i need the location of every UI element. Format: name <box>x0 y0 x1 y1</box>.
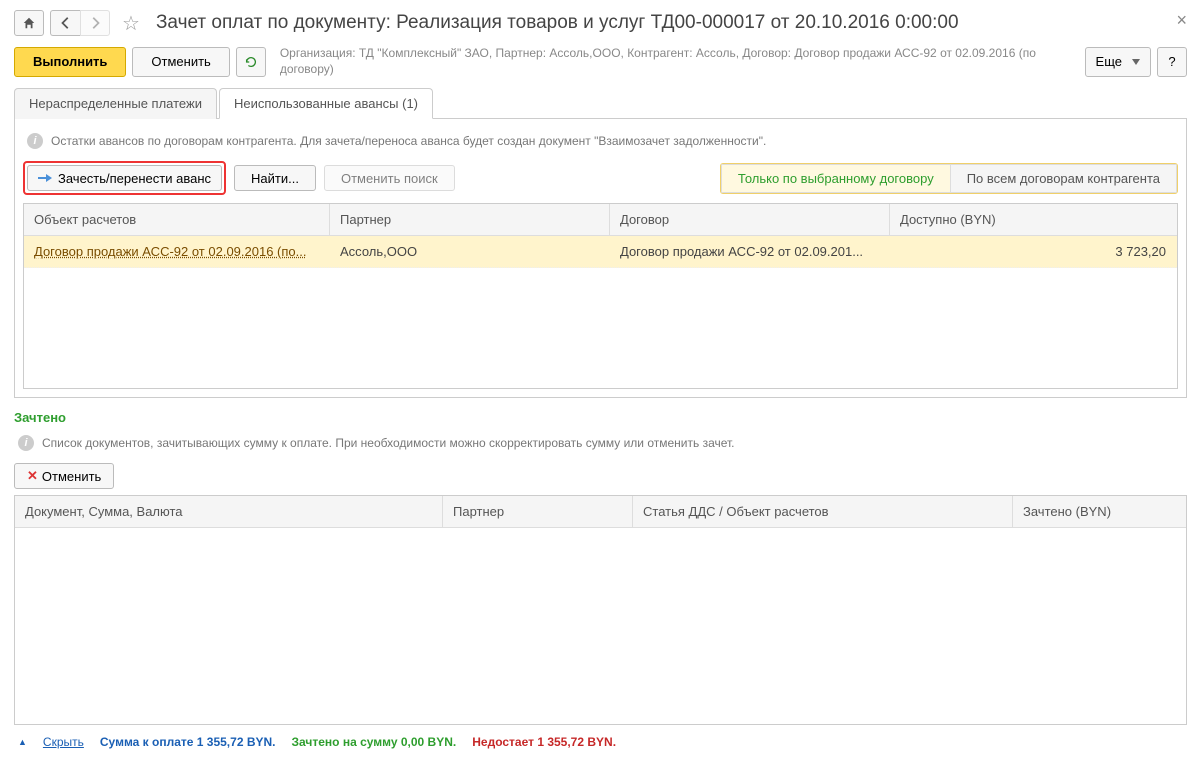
table-row[interactable]: Договор продажи АСС-92 от 02.09.2016 (по… <box>24 236 1177 268</box>
transfer-advance-button[interactable]: Зачесть/перенести аванс <box>27 165 222 191</box>
tab-content: i Остатки авансов по договорам контраген… <box>14 119 1187 398</box>
offset-col-dds[interactable]: Статья ДДС / Объект расчетов <box>633 496 1013 527</box>
more-label: Еще <box>1096 54 1122 69</box>
footer-status: ▲ Скрыть Сумма к оплате 1 355,72 BYN. За… <box>14 725 1187 749</box>
tab-unused-advances[interactable]: Неиспользованные авансы (1) <box>219 88 433 119</box>
filter-all-contracts[interactable]: По всем договорам контрагента <box>950 164 1177 193</box>
hide-link[interactable]: Скрыть <box>43 735 84 749</box>
offset-col-doc[interactable]: Документ, Сумма, Валюта <box>15 496 443 527</box>
triangle-up-icon: ▲ <box>18 737 27 747</box>
org-info: Организация: ТД "Комплексный" ЗАО, Партн… <box>280 46 1079 77</box>
offset-info-text: Список документов, зачитывающих сумму к … <box>42 436 735 450</box>
cancel-x-icon: ✕ <box>27 468 38 484</box>
info-icon: i <box>18 435 34 451</box>
offset-section-label: Зачтено <box>14 410 1187 425</box>
info-icon: i <box>27 133 43 149</box>
footer-to-pay: Сумма к оплате 1 355,72 BYN. <box>100 735 276 749</box>
more-button[interactable]: Еще <box>1085 47 1151 77</box>
contract-filter-toggle: Только по выбранному договору По всем до… <box>720 163 1178 194</box>
star-icon[interactable]: ☆ <box>116 11 146 36</box>
page-title: Зачет оплат по документу: Реализация тов… <box>156 12 959 34</box>
home-icon <box>22 16 36 30</box>
advances-info-text: Остатки авансов по договорам контрагента… <box>51 134 766 148</box>
close-button[interactable]: × <box>1176 10 1187 31</box>
refresh-button[interactable] <box>236 47 266 77</box>
nav-group <box>50 10 110 36</box>
forward-button[interactable] <box>80 10 110 36</box>
highlight-frame: Зачесть/перенести аванс <box>23 161 226 195</box>
offset-cancel-button[interactable]: ✕ Отменить <box>14 463 114 489</box>
help-button[interactable]: ? <box>1157 47 1187 77</box>
offset-col-amount[interactable]: Зачтено (BYN) <box>1013 496 1186 527</box>
home-button[interactable] <box>14 10 44 36</box>
footer-offset: Зачтено на сумму 0,00 BYN. <box>292 735 457 749</box>
cancel-search-button: Отменить поиск <box>324 165 455 191</box>
arrow-right-blue-icon <box>38 172 52 184</box>
cell-partner: Ассоль,ООО <box>330 236 610 267</box>
execute-button[interactable]: Выполнить <box>14 47 126 77</box>
cell-object: Договор продажи АСС-92 от 02.09.2016 (по… <box>24 236 330 267</box>
cell-contract: Договор продажи АСС-92 от 02.09.201... <box>610 236 890 267</box>
advances-info-line: i Остатки авансов по договорам контраген… <box>23 127 1178 155</box>
chevron-down-icon <box>1132 59 1140 65</box>
cancel-button[interactable]: Отменить <box>132 47 229 77</box>
back-button[interactable] <box>50 10 80 36</box>
refresh-icon <box>244 55 258 69</box>
filter-selected-contract[interactable]: Только по выбранному договору <box>721 164 950 193</box>
offset-table: Документ, Сумма, Валюта Партнер Статья Д… <box>14 495 1187 725</box>
offset-col-partner[interactable]: Партнер <box>443 496 633 527</box>
arrow-left-icon <box>59 16 73 30</box>
offset-info-line: i Список документов, зачитывающих сумму … <box>14 429 1187 457</box>
cell-amount: 3 723,20 <box>890 236 1177 267</box>
tab-undistributed[interactable]: Нераспределенные платежи <box>14 88 217 119</box>
advances-col-contract[interactable]: Договор <box>610 204 890 235</box>
arrow-right-icon <box>88 16 102 30</box>
advances-col-partner[interactable]: Партнер <box>330 204 610 235</box>
advances-col-object[interactable]: Объект расчетов <box>24 204 330 235</box>
advances-table: Объект расчетов Партнер Договор Доступно… <box>23 203 1178 389</box>
advances-col-amount[interactable]: Доступно (BYN) <box>890 204 1177 235</box>
offset-cancel-label: Отменить <box>42 469 101 484</box>
tabs: Нераспределенные платежи Неиспользованны… <box>14 87 1187 119</box>
find-button[interactable]: Найти... <box>234 165 316 191</box>
footer-missing: Недостает 1 355,72 BYN. <box>472 735 616 749</box>
transfer-advance-label: Зачесть/перенести аванс <box>58 171 211 186</box>
